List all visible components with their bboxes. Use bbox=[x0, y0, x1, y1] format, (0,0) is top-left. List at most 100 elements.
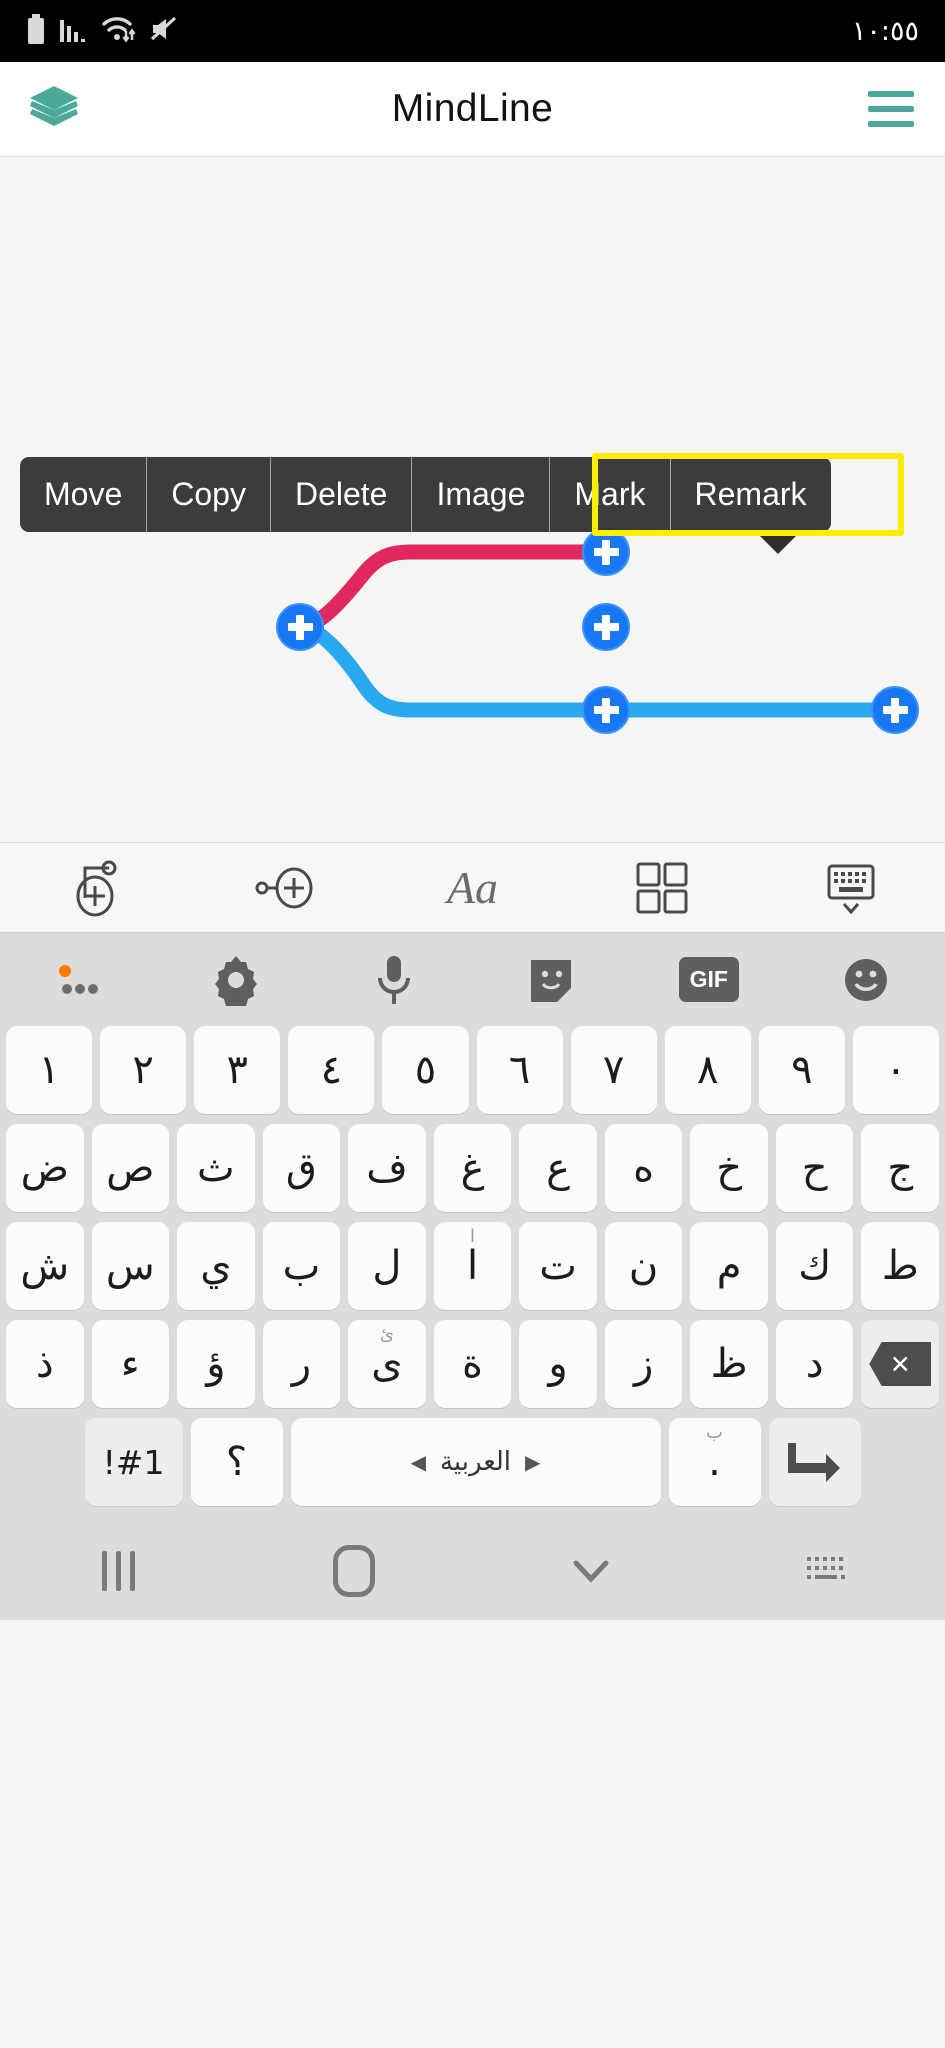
context-menu-item-mark[interactable]: Mark bbox=[549, 457, 669, 532]
enter-key[interactable] bbox=[768, 1418, 861, 1506]
add-node-center[interactable] bbox=[276, 603, 324, 651]
add-node-behind-menu[interactable] bbox=[582, 603, 630, 651]
key-num-0[interactable]: ٠ bbox=[852, 1026, 939, 1114]
space-key[interactable]: ◀ العربية ▶ bbox=[290, 1418, 661, 1506]
key-num-3[interactable]: ٣ bbox=[194, 1026, 281, 1114]
keyboard-number-row[interactable]: ١ ٢ ٣ ٤ ٥ ٦ ٧ ٨ ٩ ٠ bbox=[0, 1026, 945, 1124]
key-jeem[interactable]: ج bbox=[861, 1124, 940, 1212]
key-kha[interactable]: خ bbox=[690, 1124, 768, 1212]
context-menu-item-move[interactable]: Move bbox=[20, 457, 146, 532]
key-qaf[interactable]: ق bbox=[262, 1124, 341, 1212]
key-alef-label: ا bbox=[466, 1243, 479, 1289]
context-menu-item-image[interactable]: Image bbox=[411, 457, 549, 532]
key-sheen[interactable]: ش bbox=[6, 1222, 84, 1310]
hide-keyboard-button[interactable] bbox=[473, 1551, 709, 1591]
app-header: MindLine bbox=[0, 62, 945, 157]
key-hamza[interactable]: ء bbox=[91, 1320, 170, 1408]
key-num-8[interactable]: ٨ bbox=[664, 1026, 751, 1114]
period-key[interactable]: ب . bbox=[668, 1418, 761, 1506]
system-navigation-bar[interactable] bbox=[0, 1522, 945, 1620]
settings-gear-icon[interactable] bbox=[158, 954, 316, 1006]
home-button[interactable] bbox=[236, 1545, 472, 1597]
layers-stack-icon[interactable] bbox=[22, 77, 86, 141]
status-bar-clock: ١٠:٥٥ bbox=[851, 15, 919, 47]
key-num-6[interactable]: ٦ bbox=[476, 1026, 563, 1114]
key-ba[interactable]: ب bbox=[262, 1222, 341, 1310]
more-options-badge bbox=[58, 964, 71, 977]
symbols-key[interactable]: !#1 bbox=[84, 1418, 183, 1506]
key-num-1[interactable]: ١ bbox=[6, 1026, 93, 1114]
key-dal[interactable]: د bbox=[775, 1320, 854, 1408]
more-options-icon[interactable] bbox=[0, 955, 158, 1005]
question-mark-key[interactable]: ؟ bbox=[190, 1418, 283, 1506]
context-menu-item-copy[interactable]: Copy bbox=[146, 457, 270, 532]
key-tha[interactable]: ث bbox=[177, 1124, 255, 1212]
keyboard-toolbar[interactable]: GIF bbox=[0, 932, 945, 1026]
add-node-upper-right[interactable] bbox=[582, 528, 630, 576]
recents-icon bbox=[101, 1551, 135, 1591]
gif-icon[interactable]: GIF bbox=[630, 957, 788, 1002]
keyboard-letter-row-3[interactable]: ذ ء ؤ ر ئ ى ة و ز ظ د ✕ bbox=[0, 1320, 945, 1418]
gif-label: GIF bbox=[678, 957, 739, 1002]
emoji-icon[interactable] bbox=[788, 954, 945, 1006]
mindmap-canvas[interactable]: Move Copy Delete Image Mark Remark bbox=[0, 157, 945, 842]
key-alef-maqsura-hint: ئ bbox=[379, 1324, 394, 1345]
key-ghain[interactable]: غ bbox=[433, 1124, 512, 1212]
key-ha[interactable]: ه bbox=[604, 1124, 683, 1212]
hide-keyboard-icon[interactable] bbox=[756, 858, 945, 918]
space-next-language-icon[interactable]: ▶ bbox=[525, 1450, 540, 1474]
key-ya[interactable]: ي bbox=[177, 1222, 255, 1310]
key-tah[interactable]: ط bbox=[861, 1222, 940, 1310]
key-ain[interactable]: ع bbox=[519, 1124, 597, 1212]
context-menu-item-remark[interactable]: Remark bbox=[669, 457, 831, 532]
key-ta[interactable]: ت bbox=[519, 1222, 597, 1310]
add-child-node-icon[interactable] bbox=[189, 858, 378, 918]
keyboard-letter-row-1[interactable]: ض ص ث ق ف غ ع ه خ ح ج bbox=[0, 1124, 945, 1222]
key-alef[interactable]: ا ا bbox=[433, 1222, 512, 1310]
add-sibling-node-icon[interactable] bbox=[0, 858, 189, 918]
key-waw[interactable]: و bbox=[519, 1320, 597, 1408]
key-alef-maqsura[interactable]: ئ ى bbox=[348, 1320, 426, 1408]
sticker-icon[interactable] bbox=[473, 954, 631, 1006]
hamburger-menu-icon[interactable] bbox=[859, 77, 923, 141]
keyboard-switch-icon bbox=[806, 1557, 845, 1579]
key-ra[interactable]: ر bbox=[262, 1320, 341, 1408]
key-num-7[interactable]: ٧ bbox=[570, 1026, 657, 1114]
mindmap-toolbar[interactable]: Aa bbox=[0, 842, 945, 932]
text-format-icon[interactable]: Aa bbox=[378, 861, 567, 914]
keyboard-letter-row-2[interactable]: ش س ي ب ل ا ا ت ن م ك ط bbox=[0, 1222, 945, 1320]
key-hah[interactable]: ح bbox=[775, 1124, 854, 1212]
backspace-key[interactable]: ✕ bbox=[861, 1320, 940, 1408]
context-menu-item-delete[interactable]: Delete bbox=[269, 457, 412, 532]
context-menu[interactable]: Move Copy Delete Image Mark Remark bbox=[20, 457, 831, 532]
microphone-icon[interactable] bbox=[315, 952, 473, 1008]
key-num-5[interactable]: ٥ bbox=[382, 1026, 469, 1114]
key-thal[interactable]: ذ bbox=[6, 1320, 84, 1408]
page-title: MindLine bbox=[391, 87, 554, 130]
keyboard-switch-button[interactable] bbox=[709, 1551, 945, 1591]
key-zah[interactable]: ظ bbox=[690, 1320, 768, 1408]
key-num-4[interactable]: ٤ bbox=[288, 1026, 375, 1114]
key-dad[interactable]: ض bbox=[6, 1124, 84, 1212]
key-fa[interactable]: ف bbox=[348, 1124, 426, 1212]
key-sad[interactable]: ص bbox=[91, 1124, 170, 1212]
wifi-icon bbox=[102, 14, 136, 49]
layout-grid-icon[interactable] bbox=[567, 858, 756, 918]
key-num-2[interactable]: ٢ bbox=[100, 1026, 187, 1114]
add-node-lower-middle[interactable] bbox=[582, 686, 630, 734]
key-ta-marbuta[interactable]: ة bbox=[433, 1320, 512, 1408]
key-zay[interactable]: ز bbox=[604, 1320, 683, 1408]
key-seen[interactable]: س bbox=[91, 1222, 170, 1310]
key-waw-hamza[interactable]: ؤ bbox=[177, 1320, 255, 1408]
space-prev-language-icon[interactable]: ◀ bbox=[411, 1450, 426, 1474]
key-noon[interactable]: ن bbox=[604, 1222, 683, 1310]
keyboard-bottom-row[interactable]: !#1 ؟ ◀ العربية ▶ ب . bbox=[0, 1418, 945, 1516]
signal-bars-icon bbox=[59, 14, 89, 49]
key-lam[interactable]: ل bbox=[348, 1222, 426, 1310]
key-kaf[interactable]: ك bbox=[775, 1222, 854, 1310]
add-node-lower-right[interactable] bbox=[871, 686, 919, 734]
arabic-keyboard[interactable]: GIF ١ ٢ ٣ ٤ ٥ ٦ ٧ ٨ ٩ ٠ ض ص ث ق ف غ ع ه bbox=[0, 932, 945, 1522]
key-meem[interactable]: م bbox=[690, 1222, 768, 1310]
key-num-9[interactable]: ٩ bbox=[758, 1026, 845, 1114]
recents-button[interactable] bbox=[0, 1551, 236, 1591]
